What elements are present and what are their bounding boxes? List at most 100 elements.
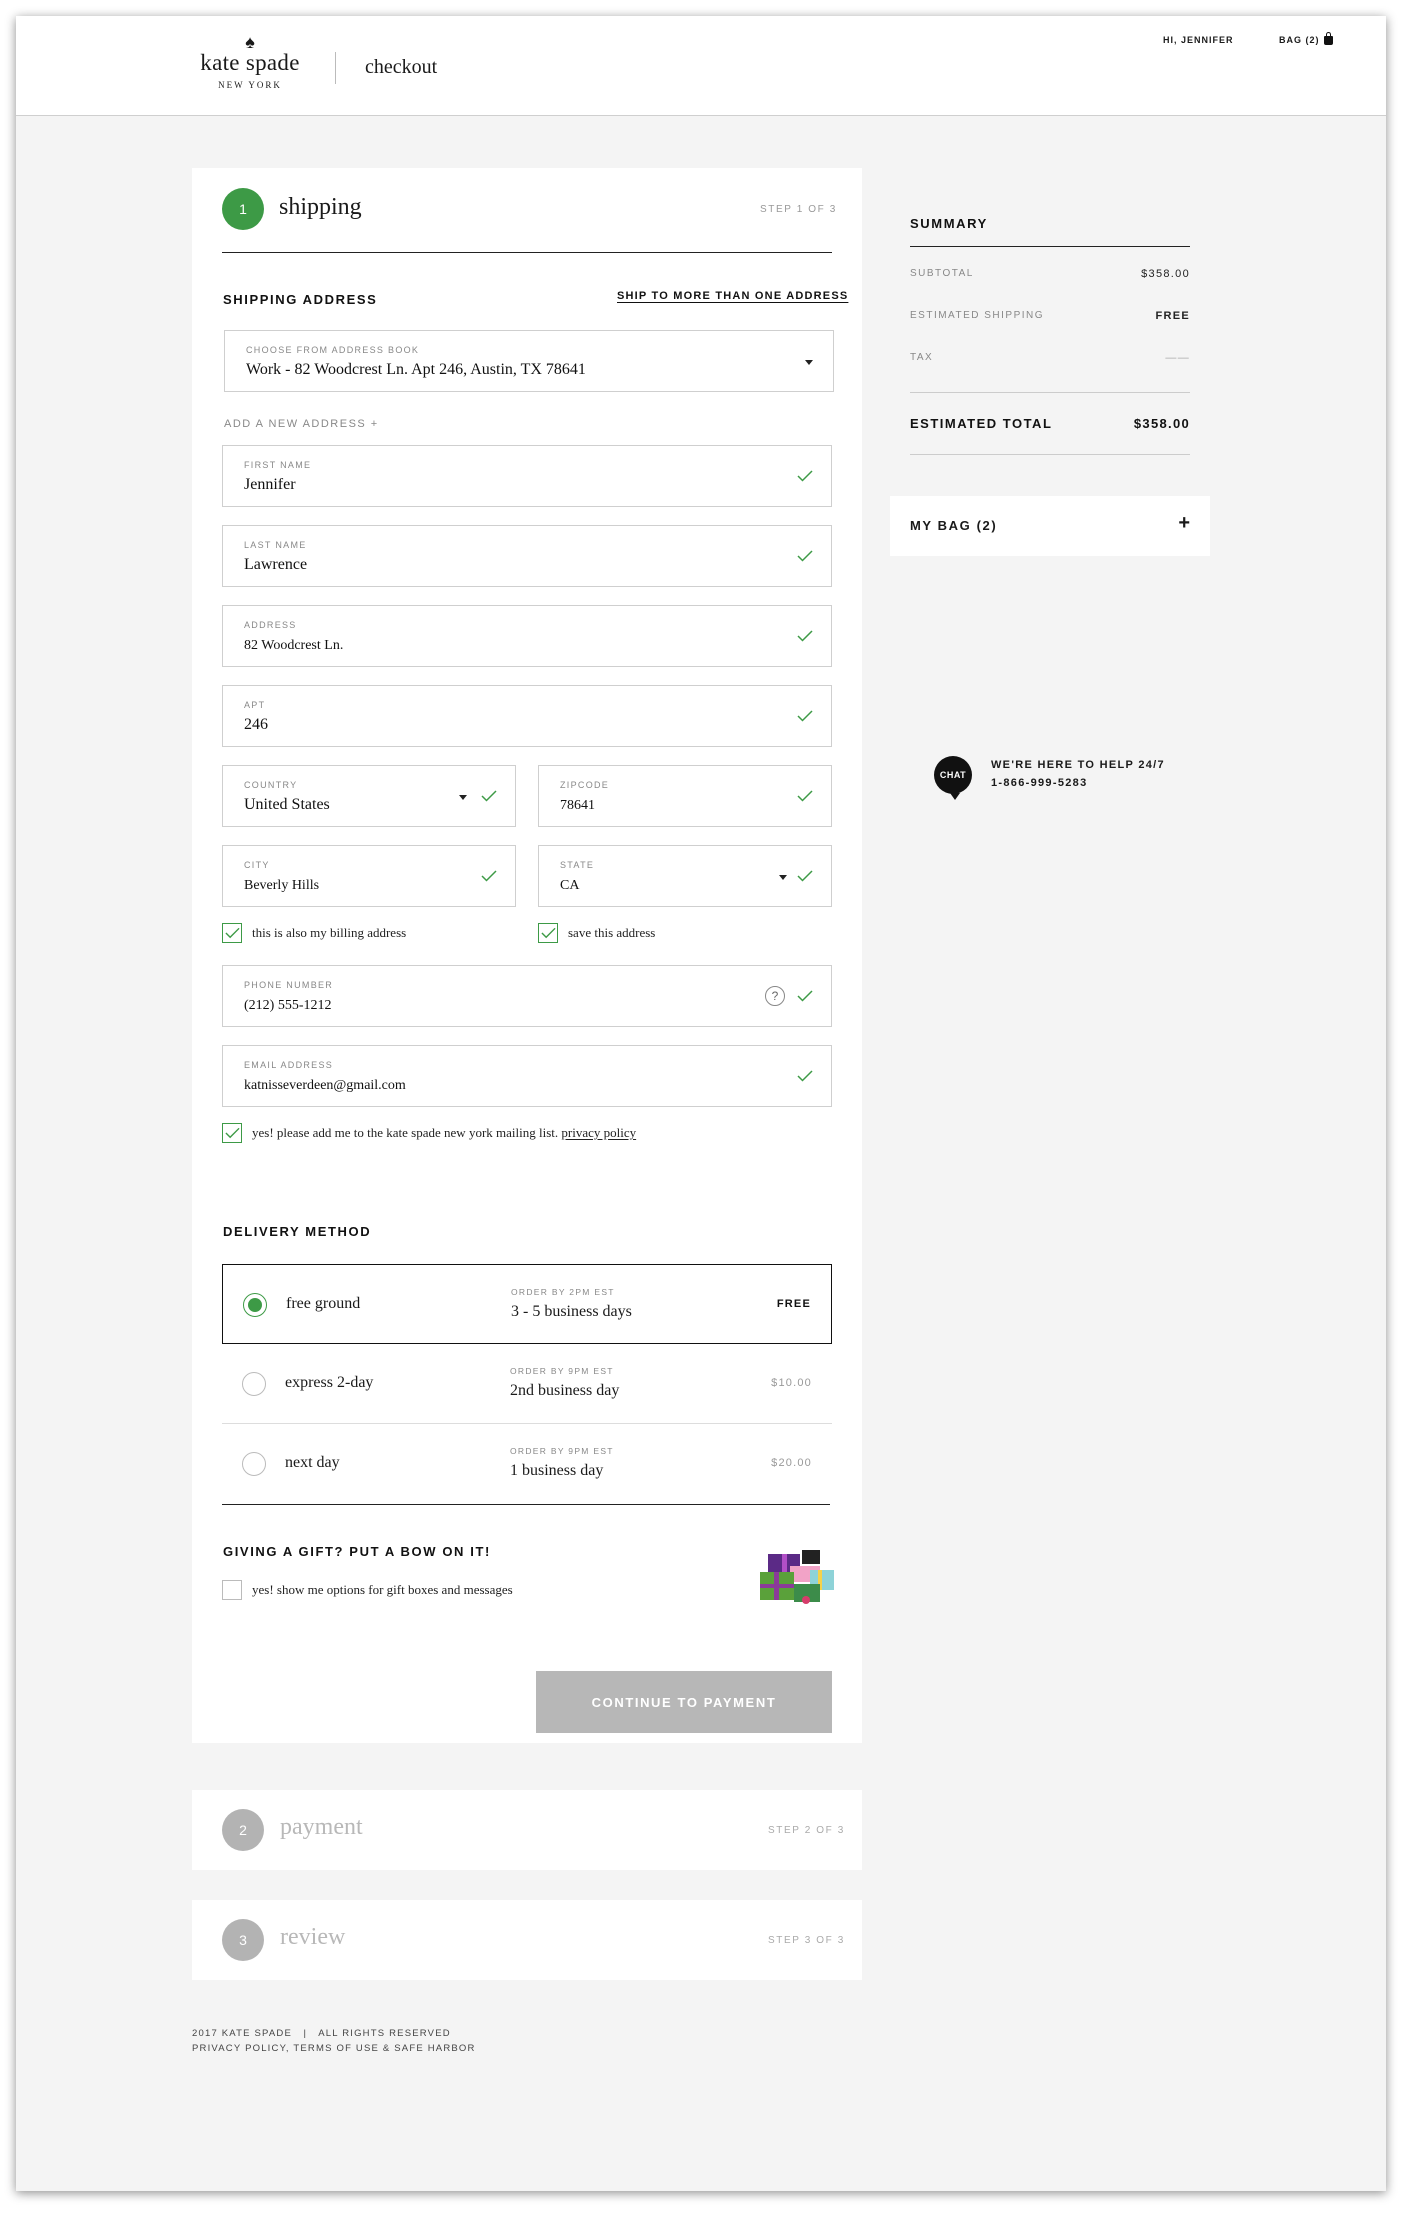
shipping-step-card: 1 shipping STEP 1 OF 3 SHIPPING ADDRESS … [192,168,862,1743]
step-1-title: shipping [279,194,362,220]
delivery-radio[interactable] [242,1452,266,1476]
review-step-card[interactable]: 3 review STEP 3 OF 3 [192,1900,862,1980]
ship-multiple-addresses-link[interactable]: SHIP TO MORE THAN ONE ADDRESS [617,290,848,302]
delivery-radio[interactable] [242,1372,266,1396]
city-field[interactable]: CITY Beverly Hills [222,845,516,907]
address-field[interactable]: ADDRESS 82 Woodcrest Ln. [222,605,832,667]
delivery-option-free-ground[interactable]: free ground ORDER BY 2PM EST 3 - 5 busin… [222,1264,832,1344]
help-line: WE'RE HERE TO HELP 24/7 [991,759,1165,771]
check-icon [797,550,813,562]
country-select[interactable]: COUNTRY United States [222,765,516,827]
state-label: STATE [560,860,595,870]
step-1-rule [222,252,832,253]
last-name-label: LAST NAME [244,540,307,550]
apt-value: 246 [244,716,268,733]
check-icon [225,927,240,939]
save-address-checkbox[interactable] [538,923,558,943]
state-value: CA [560,878,580,893]
chevron-down-icon [459,795,467,800]
city-label: CITY [244,860,270,870]
check-icon [797,870,813,882]
gift-heading: GIVING A GIFT? PUT A BOW ON IT! [223,1544,491,1559]
gift-options-checkbox[interactable] [222,1580,242,1600]
subtotal-value: $358.00 [1141,268,1190,280]
step-1-count: STEP 1 OF 3 [760,204,837,215]
chat-icon[interactable]: CHAT [934,756,972,800]
continue-to-payment-button[interactable]: CONTINUE TO PAYMENT [536,1671,832,1733]
payment-step-card[interactable]: 2 payment STEP 2 OF 3 [192,1790,862,1870]
email-label: EMAIL ADDRESS [244,1060,334,1070]
apt-label: APT [244,700,266,710]
delivery-option-express[interactable]: express 2-day ORDER BY 9PM EST 2nd busin… [222,1344,832,1424]
delivery-order-by: ORDER BY 9PM EST [510,1446,614,1456]
bag-link-label: BAG (2) [1279,35,1320,45]
step-2-indicator: 2 [222,1809,264,1851]
user-greeting[interactable]: HI, JENNIFER [1163,35,1234,45]
mailing-list-checkbox[interactable] [222,1123,242,1143]
mailing-list-label: yes! please add me to the kate spade new… [252,1125,636,1141]
country-value: United States [244,796,330,813]
add-new-address-link[interactable]: ADD A NEW ADDRESS + [224,418,379,430]
last-name-field[interactable]: LAST NAME Lawrence [222,525,832,587]
bag-link[interactable]: BAG (2) [1279,31,1333,45]
subtotal-label: SUBTOTAL [910,268,974,279]
mailing-list-text: yes! please add me to the kate spade new… [252,1125,559,1140]
page-title: checkout [365,56,438,78]
delivery-order-by: ORDER BY 2PM EST [511,1287,615,1297]
spade-icon: ♠ [245,32,255,52]
apt-field[interactable]: APT 246 [222,685,832,747]
check-icon [481,870,497,882]
delivery-order-by: ORDER BY 9PM EST [510,1366,614,1376]
tax-value: —— [1165,352,1190,364]
email-field[interactable]: EMAIL ADDRESS katnisseverdeen@gmail.com [222,1045,832,1107]
delivery-bottom-rule [222,1504,830,1505]
site-header: ♠ kate spade NEW YORK checkout HI, JENNI… [16,16,1386,116]
shipping-address-heading: SHIPPING ADDRESS [223,292,378,307]
privacy-policy-link[interactable]: privacy policy [561,1125,636,1140]
phone-value: (212) 555-1212 [244,998,332,1013]
billing-address-label: this is also my billing address [252,925,407,940]
zipcode-label: ZIPCODE [560,780,610,790]
brand-logo[interactable]: ♠ kate spade NEW YORK [190,32,310,90]
first-name-value: Jennifer [244,476,296,493]
copyright-text: 2017 KATE SPADE | ALL RIGHTS RESERVED [192,2028,451,2039]
gift-options-label: yes! show me options for gift boxes and … [252,1582,513,1597]
address-book-select[interactable]: CHOOSE FROM ADDRESS BOOK Work - 82 Woodc… [224,330,834,392]
help-phone[interactable]: 1-866-999-5283 [991,774,1165,792]
check-icon [797,790,813,802]
delivery-price: FREE [776,1298,811,1310]
help-icon[interactable]: ? [765,986,785,1006]
legal-links[interactable]: PRIVACY POLICY, TERMS OF USE & SAFE HARB… [192,2041,476,2056]
delivery-radio[interactable] [243,1293,267,1317]
first-name-field[interactable]: FIRST NAME Jennifer [222,445,832,507]
address-label: ADDRESS [244,620,297,630]
my-bag-toggle[interactable]: MY BAG (2) + [890,496,1210,556]
state-select[interactable]: STATE CA [538,845,832,907]
total-label: ESTIMATED TOTAL [910,416,1053,431]
tax-label: TAX [910,352,934,363]
shopping-bag-icon [1323,31,1333,45]
address-value: 82 Woodcrest Ln. [244,638,344,653]
step-3-title: review [280,1924,346,1950]
phone-field[interactable]: PHONE NUMBER (212) 555-1212 ? [222,965,832,1027]
delivery-option-next-day[interactable]: next day ORDER BY 9PM EST 1 business day… [222,1424,832,1504]
chevron-down-icon [805,360,813,365]
first-name-label: FIRST NAME [244,460,312,470]
delivery-time: 3 - 5 business days [511,1303,632,1320]
delivery-name: express 2-day [285,1374,374,1391]
phone-label: PHONE NUMBER [244,980,334,990]
email-value: katnisseverdeen@gmail.com [244,1078,406,1093]
zipcode-value: 78641 [560,798,595,813]
zipcode-field[interactable]: ZIPCODE 78641 [538,765,832,827]
billing-address-checkbox[interactable] [222,923,242,943]
page-frame: ♠ kate spade NEW YORK checkout HI, JENNI… [16,16,1386,2191]
chevron-down-icon [779,875,787,880]
last-name-value: Lawrence [244,556,308,573]
step-1-indicator: 1 [222,188,264,230]
header-divider [335,52,336,84]
step-2-title: payment [280,1814,363,1840]
delivery-name: next day [285,1454,340,1471]
delivery-time: 2nd business day [510,1382,620,1399]
check-icon [225,1127,240,1139]
check-icon [481,790,497,802]
